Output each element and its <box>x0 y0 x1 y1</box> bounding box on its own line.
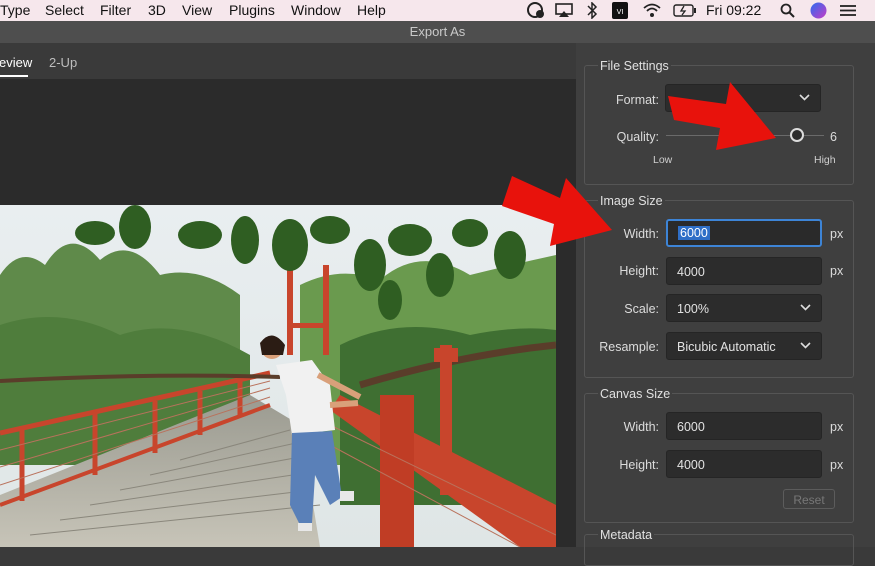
airplay-icon[interactable] <box>555 3 573 18</box>
canvas-width-value: 6000 <box>677 420 705 434</box>
control-center-icon[interactable] <box>840 4 856 17</box>
canvas-height-unit: px <box>830 458 844 472</box>
bluetooth-icon[interactable] <box>586 2 598 19</box>
battery-icon[interactable] <box>673 4 697 17</box>
resample-value: Bicubic Automatic <box>677 340 776 354</box>
resample-label: Resample: <box>599 340 659 354</box>
canvas-height-label: Height: <box>619 458 659 472</box>
menu-view[interactable]: View <box>182 2 212 18</box>
image-width-value: 6000 <box>678 226 710 240</box>
menu-filter[interactable]: Filter <box>100 2 131 18</box>
chevron-down-icon <box>800 304 811 311</box>
quality-value: 6 <box>830 130 837 144</box>
search-icon[interactable] <box>780 3 795 18</box>
svg-text:VI: VI <box>617 8 624 16</box>
chevron-down-icon <box>800 342 811 349</box>
menu-bar: Type Select Filter 3D View Plugins Windo… <box>0 0 875 21</box>
image-height-unit: px <box>830 264 844 278</box>
quality-high-label: High <box>814 154 836 166</box>
wifi-icon[interactable] <box>642 3 662 18</box>
canvas-size-title: Canvas Size <box>598 387 673 401</box>
dialog-title-bar: Export As <box>0 21 875 43</box>
chevron-down-icon <box>799 94 810 101</box>
scale-value: 100% <box>677 302 709 316</box>
preview-pane: eview 2-Up <box>0 43 576 547</box>
resample-select[interactable]: Bicubic Automatic <box>666 332 822 360</box>
image-width-input[interactable]: 6000 <box>666 219 822 247</box>
preview-tabs: eview 2-Up <box>0 43 576 79</box>
menu-plugins[interactable]: Plugins <box>229 2 275 18</box>
menu-window[interactable]: Window <box>291 2 341 18</box>
menu-type[interactable]: Type <box>0 2 30 18</box>
file-settings-title: File Settings <box>598 59 671 73</box>
clock[interactable]: Fri 09:22 <box>706 2 761 18</box>
active-tab-indicator <box>0 75 28 77</box>
metadata-title: Metadata <box>598 528 655 542</box>
tab-2-up[interactable]: 2-Up <box>49 55 77 70</box>
quality-label: Quality: <box>616 130 659 144</box>
siri-icon[interactable] <box>810 2 827 19</box>
scale-label: Scale: <box>624 302 659 316</box>
input-source-icon[interactable]: VI <box>612 2 628 19</box>
canvas-height-value: 4000 <box>677 458 705 472</box>
image-height-value: 4000 <box>677 265 705 279</box>
format-label: Format: <box>615 93 659 107</box>
creative-cloud-icon[interactable] <box>527 2 545 19</box>
dialog-title: Export As <box>409 24 466 39</box>
annotation-arrow-quality <box>668 82 776 150</box>
scale-select[interactable]: 100% <box>666 294 822 322</box>
image-height-label: Height: <box>619 264 659 278</box>
canvas-width-unit: px <box>830 420 844 434</box>
menu-3d[interactable]: 3D <box>148 2 166 18</box>
canvas-width-label: Width: <box>623 420 659 434</box>
reset-button[interactable]: Reset <box>783 489 835 509</box>
canvas-width-input[interactable]: 6000 <box>666 412 822 440</box>
menu-select[interactable]: Select <box>45 2 84 18</box>
menu-help[interactable]: Help <box>357 2 386 18</box>
canvas-height-input[interactable]: 4000 <box>666 450 822 478</box>
quality-low-label: Low <box>653 154 673 166</box>
tab-preview[interactable]: eview <box>0 55 32 70</box>
preview-image <box>0 205 556 547</box>
image-height-input[interactable]: 4000 <box>666 257 822 285</box>
annotation-arrow-width <box>502 176 612 246</box>
image-width-unit: px <box>830 227 844 241</box>
quality-slider-thumb[interactable] <box>789 128 804 142</box>
